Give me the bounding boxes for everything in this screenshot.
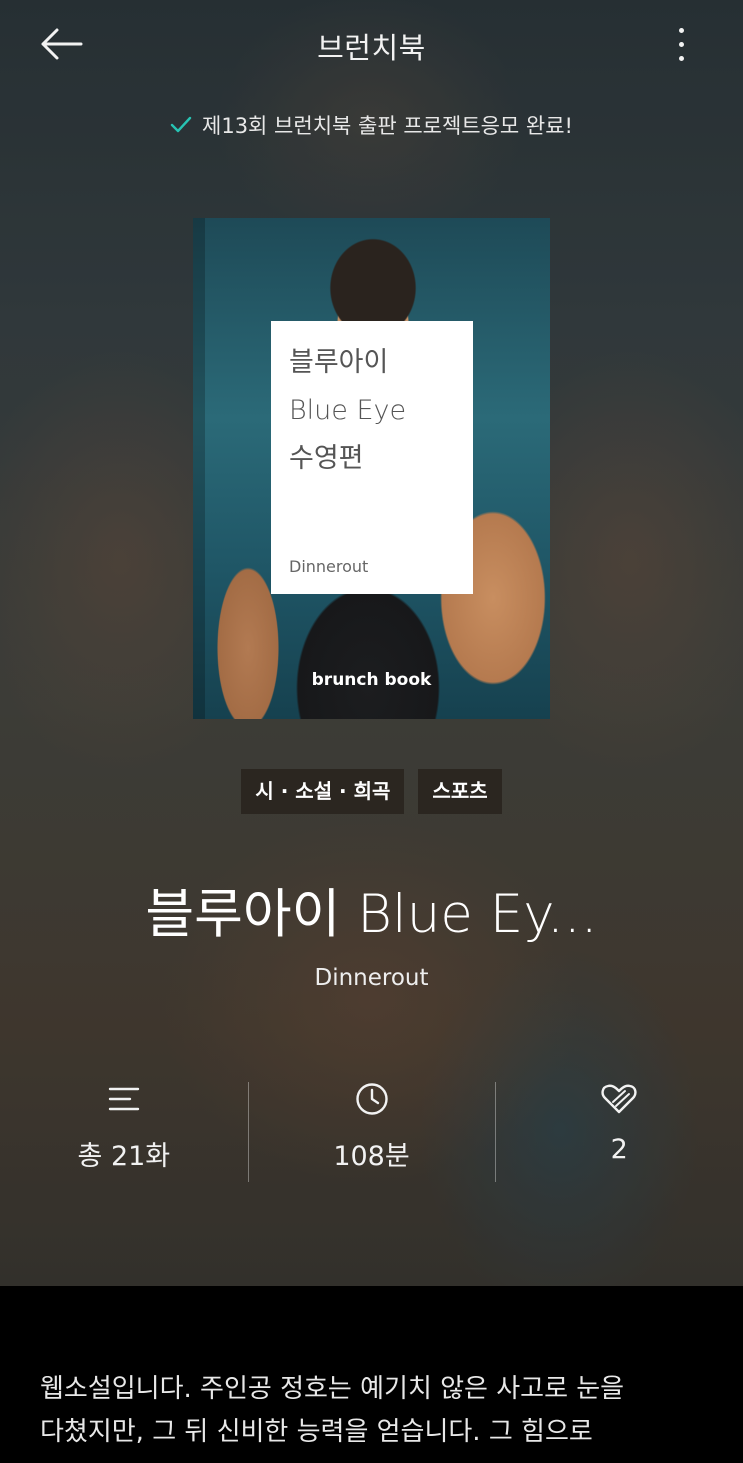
clock-icon	[355, 1083, 388, 1115]
stat-episodes: 총 21화	[0, 1082, 248, 1182]
book-cover[interactable]: 블루아이 Blue Eye 수영편 Dinnerout brunch book	[193, 218, 550, 719]
likes-count: 2	[610, 1134, 628, 1165]
reading-time: 108분	[333, 1141, 410, 1172]
cover-title-line-2: Blue Eye	[289, 395, 407, 426]
check-icon	[170, 116, 192, 133]
more-dot	[678, 55, 684, 61]
book-title: 블루아이 Blue Ey...	[145, 884, 598, 945]
tag-genre[interactable]: 시 · 소설 · 희곡	[241, 769, 405, 814]
stat-duration: 108분	[247, 1082, 496, 1182]
more-options-button[interactable]	[659, 18, 703, 70]
cover-brand-label: brunch book	[311, 670, 432, 690]
cover-title-line-3: 수영편	[289, 443, 364, 474]
cover-title-line-1: 블루아이	[289, 347, 389, 378]
heart-icon	[601, 1084, 637, 1114]
book-stats: 총 21화 108분 2	[0, 1082, 743, 1182]
episodes-count: 총 21화	[77, 1141, 171, 1172]
page-title: 브런치북	[317, 31, 426, 65]
list-icon	[108, 1087, 140, 1111]
more-dot	[678, 41, 684, 47]
stat-likes[interactable]: 2	[495, 1082, 743, 1182]
top-bar: 브런치북	[0, 0, 743, 90]
category-tags: 시 · 소설 · 희곡 스포츠	[0, 769, 743, 814]
tag-sports[interactable]: 스포츠	[418, 769, 502, 814]
contest-notice: 제13회 브런치북 출판 프로젝트응모 완료!	[0, 110, 743, 140]
more-dot	[678, 27, 684, 33]
book-description: 웹소설입니다. 주인공 정호는 예기치 않은 사고로 눈을 다쳤지만, 그 뒤 …	[40, 1368, 710, 1454]
notice-text: 제13회 브런치북 출판 프로젝트응모 완료!	[202, 114, 573, 138]
description-line-2: 다쳤지만, 그 뒤 신비한 능력을 얻습니다. 그 힘으로	[40, 1417, 593, 1447]
cover-title-card: 블루아이 Blue Eye 수영편 Dinnerout	[271, 321, 473, 594]
cover-spine	[193, 218, 205, 719]
description-line-1: 웹소설입니다. 주인공 정호는 예기치 않은 사고로 눈을	[40, 1374, 625, 1404]
cover-author: Dinnerout	[289, 557, 369, 576]
book-author[interactable]: Dinnerout	[0, 965, 743, 991]
